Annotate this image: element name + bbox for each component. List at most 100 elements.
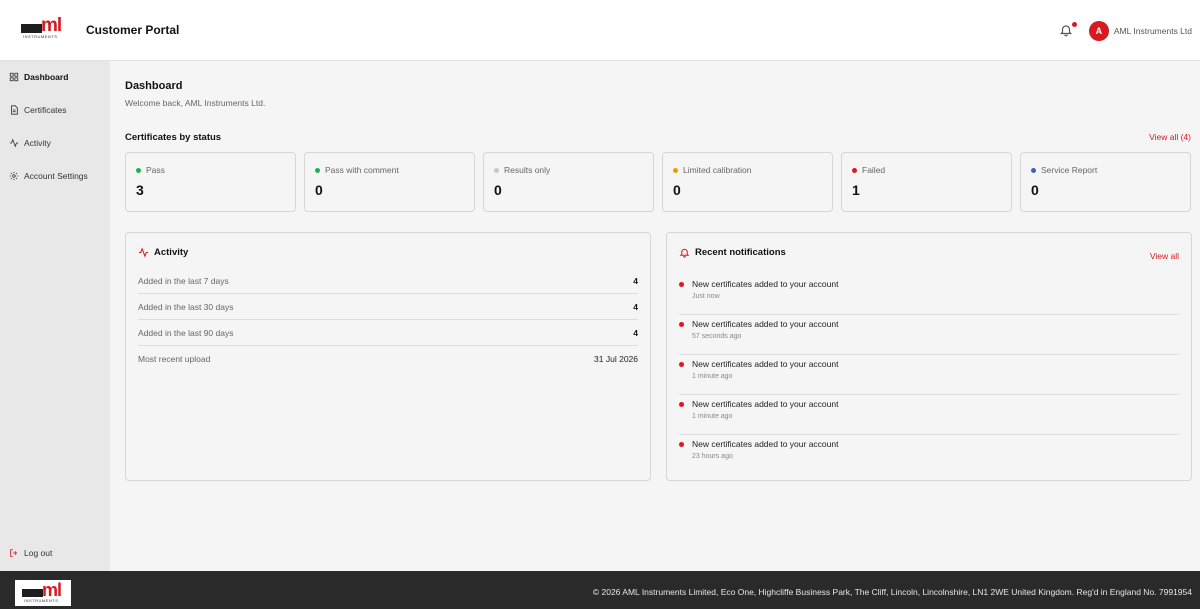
notification-time: 57 seconds ago bbox=[692, 333, 742, 340]
sidebar-item-label: Dashboard bbox=[24, 72, 69, 82]
top-header: ml INSTRUMENTS Customer Portal A AML Ins… bbox=[0, 0, 1200, 61]
notification-time: 1 minute ago bbox=[692, 373, 733, 380]
activity-panel-title: Activity bbox=[138, 247, 188, 258]
status-card-pass-with-comment[interactable]: Pass with comment 0 bbox=[304, 152, 475, 212]
activity-row-label: Added in the last 30 days bbox=[138, 301, 234, 312]
activity-row-value: 4 bbox=[633, 327, 638, 338]
activity-row: Added in the last 7 days 4 bbox=[138, 268, 638, 294]
notification-time: 1 minute ago bbox=[692, 413, 733, 420]
sidebar-item-label: Account Settings bbox=[24, 171, 88, 181]
activity-icon bbox=[138, 247, 149, 258]
status-label-row: Pass bbox=[136, 165, 165, 175]
status-label-row: Pass with comment bbox=[315, 165, 399, 175]
notification-dot bbox=[1071, 21, 1077, 27]
footer-logo-text: ml bbox=[42, 580, 62, 600]
document-icon bbox=[9, 105, 19, 115]
sidebar-item-activity[interactable]: Activity bbox=[0, 135, 51, 151]
sidebar-item-label: Activity bbox=[24, 138, 51, 148]
status-label-row: Results only bbox=[494, 165, 550, 175]
logo-block bbox=[21, 24, 42, 33]
logo-text: ml bbox=[41, 15, 62, 36]
status-card-pass[interactable]: Pass 3 bbox=[125, 152, 296, 212]
footer-logo: ml INSTRUMENTS bbox=[15, 580, 71, 606]
aml-logo[interactable]: ml INSTRUMENTS bbox=[21, 16, 65, 40]
activity-row-value: 4 bbox=[633, 301, 638, 312]
activity-row: Added in the last 30 days 4 bbox=[138, 294, 638, 320]
status-label: Pass bbox=[146, 165, 165, 175]
status-label-row: Service Report bbox=[1031, 165, 1097, 175]
sidebar-item-dashboard[interactable]: Dashboard bbox=[0, 69, 68, 85]
sidebar-item-certificates[interactable]: Certificates bbox=[0, 102, 67, 118]
notification-item[interactable]: New certificates added to your account 1… bbox=[679, 355, 1179, 395]
activity-row-value: 31 Jul 2026 bbox=[594, 354, 638, 364]
status-label: Failed bbox=[862, 165, 886, 175]
sidebar-item-account-settings[interactable]: Account Settings bbox=[0, 168, 88, 184]
activity-icon bbox=[9, 138, 19, 148]
status-label: Service Report bbox=[1041, 165, 1098, 175]
notification-item[interactable]: New certificates added to your account 2… bbox=[679, 435, 1179, 475]
user-avatar[interactable]: A bbox=[1088, 20, 1109, 41]
activity-panel: Activity Added in the last 7 days 4 Adde… bbox=[125, 232, 651, 481]
notification-message: New certificates added to your account bbox=[692, 359, 839, 369]
gear-icon bbox=[9, 171, 19, 181]
status-label-row: Limited calibration bbox=[673, 165, 752, 175]
status-card-failed[interactable]: Failed 1 bbox=[841, 152, 1012, 212]
unread-dot bbox=[679, 362, 684, 367]
unread-dot bbox=[679, 322, 684, 327]
logout-icon bbox=[9, 548, 19, 558]
status-card-limited-calibration[interactable]: Limited calibration 0 bbox=[662, 152, 833, 212]
status-label: Results only bbox=[504, 165, 551, 175]
status-label-row: Failed bbox=[852, 165, 885, 175]
status-dot bbox=[136, 167, 141, 173]
activity-row: Added in the last 90 days 4 bbox=[138, 320, 638, 346]
logout-label: Log out bbox=[24, 548, 53, 558]
logo-block bbox=[22, 589, 43, 597]
notification-item[interactable]: New certificates added to your account J… bbox=[679, 275, 1179, 315]
activity-row-label: Added in the last 7 days bbox=[138, 275, 229, 286]
status-dot bbox=[852, 167, 857, 173]
logout-link[interactable]: Log out bbox=[9, 548, 52, 558]
notifications-title-text: Recent notifications bbox=[695, 247, 786, 258]
status-card-results-only[interactable]: Results only 0 bbox=[483, 152, 654, 212]
certificates-heading: Certificates by status bbox=[125, 132, 222, 143]
status-count: 0 bbox=[673, 182, 681, 198]
unread-dot bbox=[679, 402, 684, 407]
welcome-text: Welcome back, AML Instruments Ltd. bbox=[125, 98, 266, 108]
notifications-bell-icon[interactable] bbox=[1059, 21, 1077, 39]
notification-time: Just now bbox=[692, 293, 720, 300]
logo-subtext: INSTRUMENTS bbox=[23, 34, 58, 39]
status-dot bbox=[315, 167, 320, 173]
footer: ml INSTRUMENTS © 2026 AML Instruments Li… bbox=[0, 571, 1200, 609]
activity-title-text: Activity bbox=[154, 247, 189, 258]
notifications-panel: Recent notifications View all New certif… bbox=[666, 232, 1192, 481]
notification-message: New certificates added to your account bbox=[692, 319, 839, 329]
notification-time: 23 hours ago bbox=[692, 453, 733, 460]
notification-item[interactable]: New certificates added to your account 5… bbox=[679, 315, 1179, 355]
notification-message: New certificates added to your account bbox=[692, 279, 839, 289]
view-all-certificates-link[interactable]: View all (4) bbox=[1149, 132, 1191, 142]
status-count: 1 bbox=[852, 182, 860, 198]
status-count: 3 bbox=[136, 182, 144, 198]
footer-logo-subtext: INSTRUMENTS bbox=[24, 598, 59, 603]
status-label: Limited calibration bbox=[683, 165, 752, 175]
notification-item[interactable]: New certificates added to your account 1… bbox=[679, 395, 1179, 435]
status-count: 0 bbox=[1031, 182, 1039, 198]
page-title: Dashboard bbox=[125, 80, 183, 92]
grid-icon bbox=[9, 72, 19, 82]
view-all-notifications-link[interactable]: View all bbox=[1150, 251, 1179, 261]
activity-row-label: Added in the last 90 days bbox=[138, 327, 234, 338]
status-card-service-report[interactable]: Service Report 0 bbox=[1020, 152, 1191, 212]
status-dot bbox=[673, 167, 678, 173]
notifications-panel-title: Recent notifications bbox=[679, 247, 786, 258]
activity-row-value: 4 bbox=[633, 275, 638, 286]
activity-row: Most recent upload 31 Jul 2026 bbox=[138, 346, 638, 372]
notification-message: New certificates added to your account bbox=[692, 399, 839, 409]
app-title: Customer Portal bbox=[86, 23, 180, 37]
unread-dot bbox=[679, 282, 684, 287]
header-user-area: A AML Instruments Ltd bbox=[1059, 0, 1192, 61]
activity-row-label: Most recent upload bbox=[138, 354, 211, 364]
sidebar: Dashboard Certificates Activity Account … bbox=[0, 61, 110, 571]
status-count: 0 bbox=[494, 182, 502, 198]
user-name[interactable]: AML Instruments Ltd bbox=[1114, 26, 1192, 36]
notification-message: New certificates added to your account bbox=[692, 439, 839, 449]
